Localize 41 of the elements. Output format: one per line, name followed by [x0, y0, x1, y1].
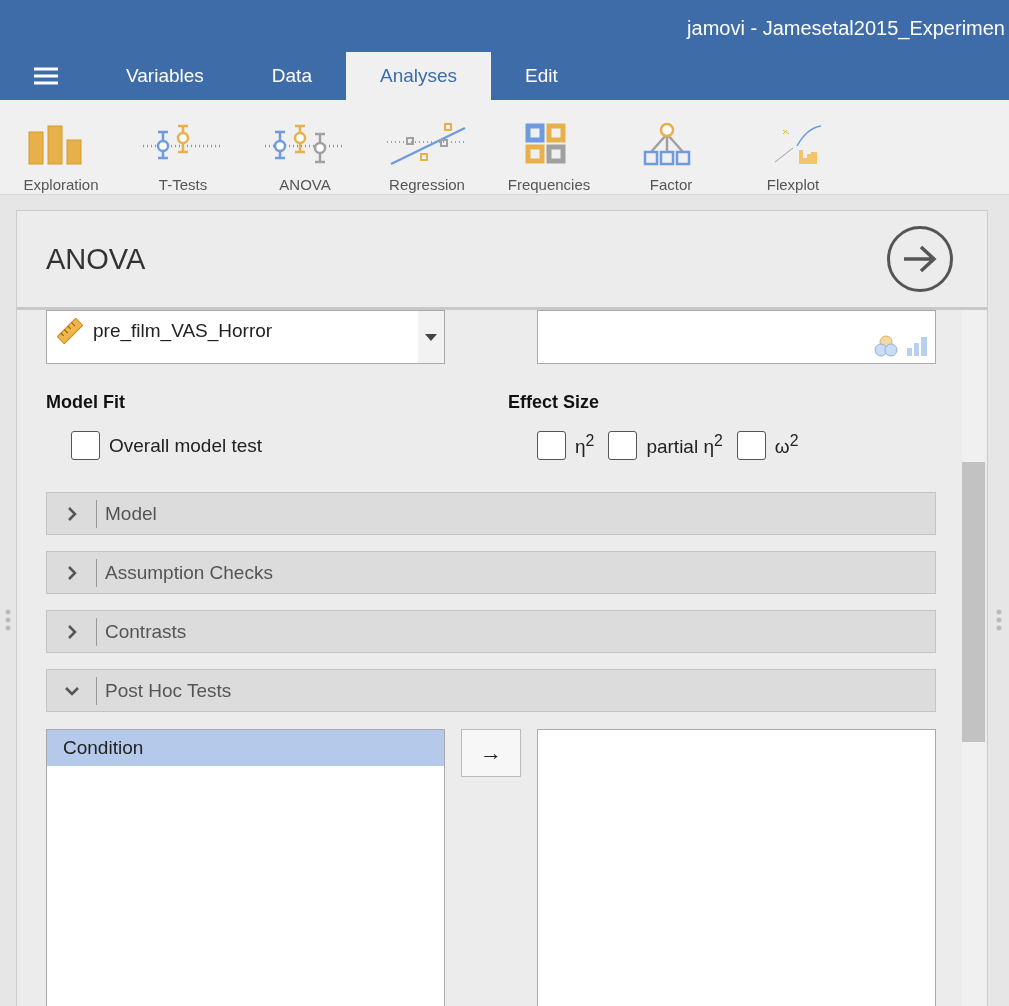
checkbox[interactable]: [71, 431, 100, 460]
panel-title: ANOVA: [46, 242, 146, 276]
menu-icon: [33, 66, 59, 86]
toolbar-button[interactable]: ANOVA: [244, 100, 366, 194]
variable-name: pre_film_VAS_Horror: [93, 320, 273, 342]
toolbar-button[interactable]: Frequencies: [488, 100, 610, 194]
window-title: jamovi - Jamesetal2015_Experimen: [687, 16, 1005, 40]
tab[interactable]: Variables: [92, 52, 238, 100]
toolbar-button[interactable]: Factor: [610, 100, 732, 194]
tab[interactable]: Data: [237, 52, 346, 100]
toolbar-button[interactable]: Flexplot: [732, 100, 854, 194]
collapsible-section[interactable]: Model: [46, 492, 936, 535]
toolbar-button[interactable]: Regression: [366, 100, 488, 194]
collapsible-section[interactable]: Assumption Checks: [46, 551, 936, 594]
checkbox[interactable]: [736, 431, 766, 460]
collapsible-section[interactable]: Contrasts: [46, 610, 936, 653]
move-button[interactable]: →: [461, 729, 521, 777]
resize-handle-icon[interactable]: [995, 608, 1002, 631]
scrollbar[interactable]: [962, 310, 985, 1006]
toolbar-button[interactable]: Exploration: [0, 100, 122, 194]
regression-icon: [387, 120, 467, 168]
checkbox[interactable]: [537, 431, 566, 460]
section-heading: Model Fit: [46, 392, 126, 413]
arrow-right-icon: [902, 244, 938, 274]
section-heading: Effect Size: [508, 392, 601, 413]
collapsible-section[interactable]: Post Hoc Tests: [46, 669, 936, 712]
list-item[interactable]: Condition: [47, 730, 444, 766]
dropdown-arrow-icon[interactable]: [425, 333, 437, 341]
option-label: ω$^{2}$: [774, 432, 799, 459]
variable-list[interactable]: pre_film_VAS_Horror: [46, 310, 445, 364]
resize-handle-icon[interactable]: [5, 608, 11, 631]
run-button[interactable]: [887, 226, 953, 292]
option-label: η$^{2}$: [575, 432, 595, 459]
option-label: partial η$^{2}$: [646, 432, 723, 459]
option-label: Overall model test: [109, 434, 263, 457]
variable-types-icon: [873, 333, 929, 357]
checkbox[interactable]: [608, 431, 638, 460]
toolbar-button[interactable]: T-Tests: [122, 100, 244, 194]
available-list[interactable]: Condition: [46, 729, 445, 1006]
tab[interactable]: Edit: [491, 52, 592, 100]
tab[interactable]: Analyses: [345, 52, 492, 100]
